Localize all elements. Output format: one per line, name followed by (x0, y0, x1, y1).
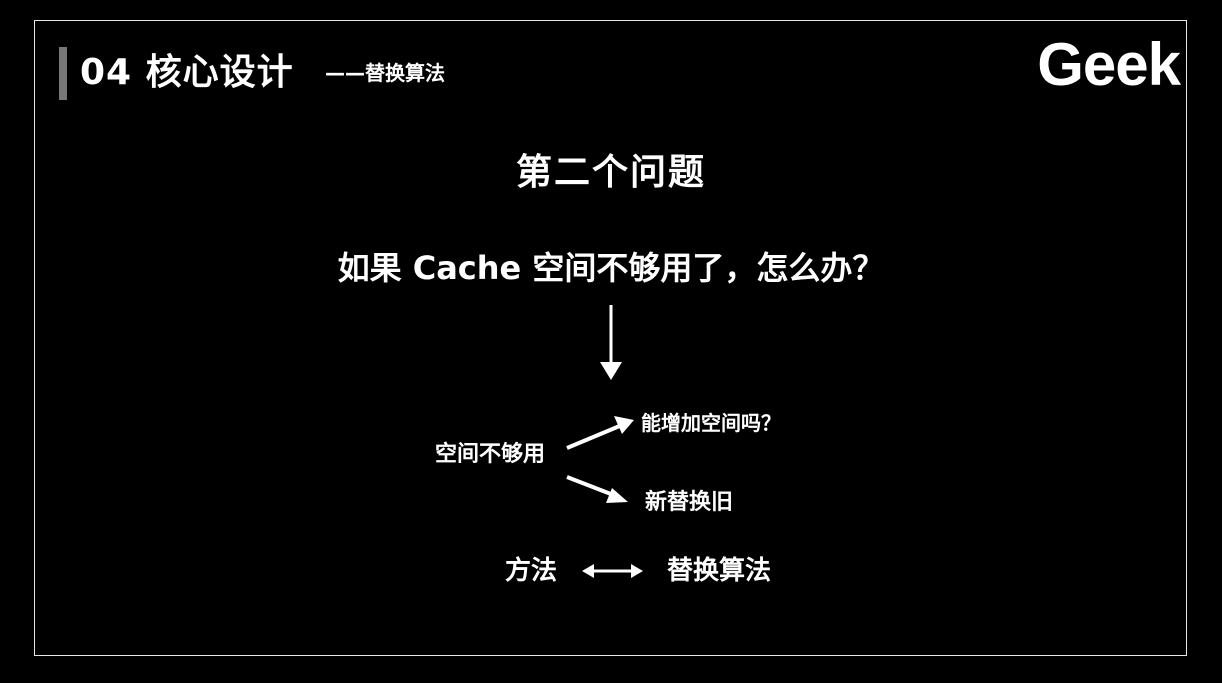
slide-frame (34, 20, 1187, 656)
question-heading: 第二个问题 (515, 152, 706, 193)
header-accent-bar (59, 47, 67, 100)
question-text: 如果 Cache 空间不够用了，怎么办？ (337, 249, 885, 287)
section-subtitle: ——替换算法 (325, 61, 445, 85)
section-title: 04 核心设计 (80, 52, 294, 93)
flow-option-replace-label: 新替换旧 (645, 490, 734, 515)
flow-source-label: 空间不够用 (435, 442, 546, 467)
geek-logo: Geek (1037, 31, 1181, 98)
replacement-algorithm-label: 替换算法 (667, 556, 772, 586)
method-label: 方法 (505, 556, 558, 586)
flow-option-increase-label: 能增加空间吗？ (641, 411, 781, 435)
